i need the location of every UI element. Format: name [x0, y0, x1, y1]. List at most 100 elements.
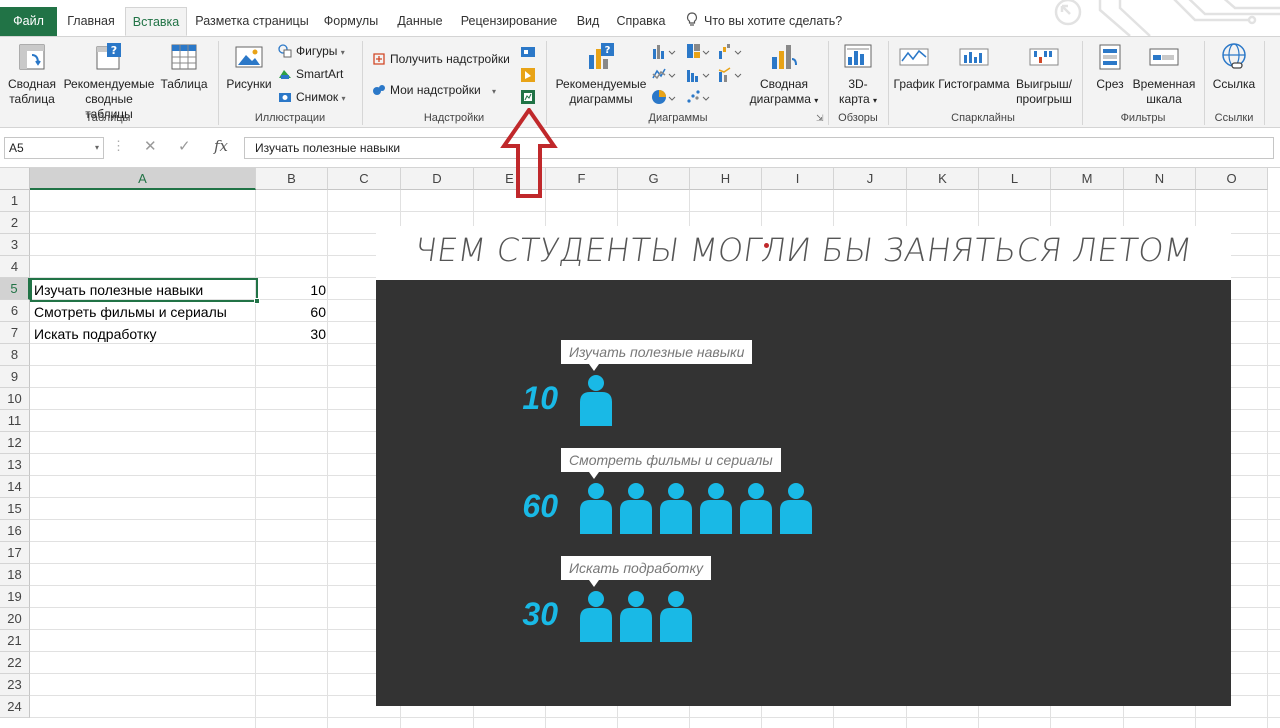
insert-function-icon[interactable]: fx — [214, 137, 228, 155]
column-header-c[interactable]: C — [328, 168, 401, 190]
timeline-button[interactable]: Временная шкала — [1132, 41, 1196, 107]
enter-check-icon[interactable]: ✓ — [178, 137, 191, 155]
bing-maps-icon[interactable] — [520, 67, 536, 83]
chevron-down-icon[interactable]: ▾ — [95, 138, 99, 158]
shapes-button[interactable]: Фигуры ▾ — [278, 41, 345, 61]
recommended-pivot-button[interactable]: ? Рекомендуемые сводные таблицы — [60, 41, 158, 122]
column-chart-icon[interactable] — [652, 43, 676, 59]
row-header-4[interactable]: 4 — [0, 256, 30, 278]
tab-formulas[interactable]: Формулы — [318, 7, 384, 36]
hierarchy-chart-icon[interactable] — [686, 43, 710, 59]
screenshot-button[interactable]: Снимок ▾ — [278, 87, 346, 107]
group-label-links: Ссылки — [1214, 112, 1254, 124]
pivot-chart-label-2: диаграмма ▾ — [746, 92, 822, 108]
row-header-14[interactable]: 14 — [0, 476, 30, 498]
chevron-down-icon: ▾ — [872, 96, 877, 105]
statistic-chart-icon[interactable] — [686, 66, 710, 82]
tab-data[interactable]: Данные — [390, 7, 450, 36]
row-header-19[interactable]: 19 — [0, 586, 30, 608]
people-graph-icon[interactable] — [520, 89, 536, 105]
row-header-21[interactable]: 21 — [0, 630, 30, 652]
slicer-button[interactable]: Срез — [1088, 41, 1132, 92]
select-all-corner[interactable] — [0, 168, 30, 190]
row-header-5[interactable]: 5 — [0, 278, 30, 300]
column-header-d[interactable]: D — [401, 168, 474, 190]
row-header-10[interactable]: 10 — [0, 388, 30, 410]
column-header-n[interactable]: N — [1124, 168, 1196, 190]
scatter-chart-icon[interactable] — [686, 89, 710, 105]
column-header-h[interactable]: H — [690, 168, 762, 190]
column-header-m[interactable]: M — [1051, 168, 1124, 190]
fill-handle[interactable] — [254, 298, 260, 304]
tab-home[interactable]: Главная — [60, 7, 122, 36]
smartart-button[interactable]: SmartArt — [278, 64, 343, 84]
dialog-launcher-icon[interactable]: ⇲ — [816, 113, 824, 124]
link-button[interactable]: Ссылка — [1208, 41, 1260, 92]
person-icon — [656, 482, 696, 534]
cell-b5[interactable]: 10 — [258, 279, 326, 301]
tab-insert[interactable]: Вставка — [125, 7, 187, 36]
pie-chart-icon[interactable] — [652, 89, 676, 105]
line-chart-icon[interactable] — [652, 66, 676, 82]
cancel-icon[interactable]: ✕ — [144, 137, 157, 155]
tab-page-layout[interactable]: Разметка страницы — [190, 7, 314, 36]
waterfall-chart-icon[interactable] — [718, 43, 742, 59]
row-header-13[interactable]: 13 — [0, 454, 30, 476]
row-header-6[interactable]: 6 — [0, 300, 30, 322]
column-header-i[interactable]: I — [762, 168, 834, 190]
row-header-1[interactable]: 1 — [0, 190, 30, 212]
column-header-o[interactable]: O — [1196, 168, 1268, 190]
row-header-22[interactable]: 22 — [0, 652, 30, 674]
sparkline-winloss-label-1: Выигрыш/ — [1016, 77, 1072, 91]
visio-icon[interactable] — [520, 44, 536, 60]
row-header-8[interactable]: 8 — [0, 344, 30, 366]
row-header-11[interactable]: 11 — [0, 410, 30, 432]
cell-b6[interactable]: 60 — [258, 301, 326, 323]
pictures-button[interactable]: Рисунки — [224, 41, 274, 92]
combo-chart-icon[interactable] — [718, 66, 742, 82]
cell-b7[interactable]: 30 — [258, 323, 326, 345]
row-header-7[interactable]: 7 — [0, 322, 30, 344]
sparkline-winloss-button[interactable]: Выигрыш/ проигрыш — [1012, 41, 1076, 107]
person-icon — [696, 482, 736, 534]
cell-a6[interactable]: Смотреть фильмы и сериалы — [34, 301, 227, 323]
bubble-tail — [589, 580, 599, 587]
people-graph-chart[interactable]: Изучать полезные навыки 10 Смотреть фильмы… — [376, 280, 1231, 706]
row-header-15[interactable]: 15 — [0, 498, 30, 520]
tell-me-text: Что вы хотите сделать? — [704, 14, 843, 28]
name-box[interactable]: A5 ▾ — [4, 137, 104, 159]
row-header-12[interactable]: 12 — [0, 432, 30, 454]
table-button[interactable]: Таблица — [158, 41, 210, 92]
sparkline-column-button[interactable]: Гистограмма — [936, 41, 1012, 92]
row-header-16[interactable]: 16 — [0, 520, 30, 542]
column-header-j[interactable]: J — [834, 168, 907, 190]
my-addins-button[interactable]: Мои надстройки ▾ — [372, 80, 496, 100]
row-header-24[interactable]: 24 — [0, 696, 30, 718]
row-header-2[interactable]: 2 — [0, 212, 30, 234]
row-header-18[interactable]: 18 — [0, 564, 30, 586]
tab-file[interactable]: Файл — [0, 7, 57, 36]
row-header-20[interactable]: 20 — [0, 608, 30, 630]
tell-me-box[interactable]: Что вы хотите сделать? — [686, 7, 856, 36]
row-header-17[interactable]: 17 — [0, 542, 30, 564]
cell-a7[interactable]: Искать подработку — [34, 323, 157, 345]
pivot-table-button[interactable]: Сводная таблица — [4, 41, 60, 107]
sparkline-line-button[interactable]: График — [892, 41, 936, 92]
column-header-l[interactable]: L — [979, 168, 1051, 190]
row-header-9[interactable]: 9 — [0, 366, 30, 388]
pivot-chart-button[interactable]: Сводная диаграмма ▾ — [746, 41, 822, 108]
tab-view[interactable]: Вид — [568, 7, 608, 36]
get-addins-button[interactable]: Получить надстройки — [372, 49, 510, 69]
column-header-b[interactable]: B — [256, 168, 328, 190]
tab-review[interactable]: Рецензирование — [455, 7, 563, 36]
column-header-k[interactable]: K — [907, 168, 979, 190]
chart-title[interactable]: ЧЕМ СТУДЕНТЫ МОГЛИ БЫ ЗАНЯТЬСЯ ЛЕТОМ — [373, 228, 1234, 272]
column-header-a[interactable]: A — [30, 168, 256, 190]
column-header-g[interactable]: G — [618, 168, 690, 190]
recommended-charts-button[interactable]: ? Рекомендуемые диаграммы — [552, 41, 650, 107]
tab-help[interactable]: Справка — [612, 7, 670, 36]
formula-input[interactable]: Изучать полезные навыки — [244, 137, 1274, 159]
3d-map-button[interactable]: 3D- карта ▾ — [834, 41, 882, 108]
row-header-23[interactable]: 23 — [0, 674, 30, 696]
row-header-3[interactable]: 3 — [0, 234, 30, 256]
